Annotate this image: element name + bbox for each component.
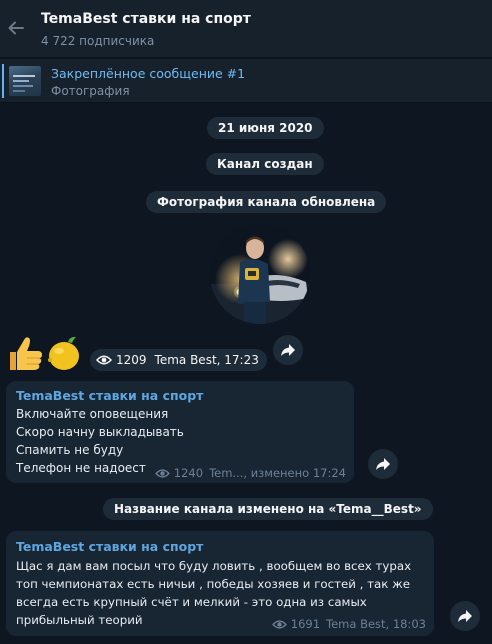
message-line: топ чемпионатах есть ничьи , победы хозя… (16, 577, 411, 591)
share-arrow-icon (458, 610, 472, 622)
subscriber-count: 4 722 подписчика (41, 34, 155, 48)
thumbs-up-emoji (4, 334, 46, 378)
service-channel-created: Канал создан (206, 153, 324, 175)
pinned-indicator (2, 64, 4, 98)
author-time: Tema Best, 18:03 (326, 617, 426, 631)
share-button[interactable] (450, 601, 480, 631)
eye-icon (271, 619, 287, 629)
message-meta: 1691 Tema Best, 18:03 (271, 617, 426, 631)
eye-icon (96, 355, 112, 365)
message-bubble[interactable]: TemaBest ставки на спорт Щас я дам вам п… (6, 531, 434, 636)
share-button[interactable] (273, 335, 303, 365)
view-count: 1691 (290, 617, 321, 631)
message-line: прибыльный теорий (16, 613, 143, 627)
pinned-title: Закреплённое сообщение #1 (51, 66, 246, 81)
view-count: 1240 (173, 466, 204, 480)
chat-header: TemaBest ставки на спорт 4 722 подписчик… (0, 0, 492, 58)
lemon-emoji (46, 334, 84, 378)
service-photo-updated: Фотография канала обновлена (146, 191, 387, 213)
message-meta: 1240 Tem..., изменено 17:24 (154, 466, 346, 480)
pinned-subtitle: Фотография (51, 84, 130, 98)
author-time: Tem..., изменено 17:24 (209, 466, 346, 480)
emoji-post-meta: 1209 Tema Best, 17:23 (90, 349, 267, 371)
arrow-left-icon[interactable] (6, 18, 26, 38)
share-button[interactable] (368, 449, 398, 479)
channel-photo[interactable] (210, 224, 310, 324)
service-channel-renamed: Название канала изменено на «Tema__Best» (103, 498, 433, 520)
message-line: Спамить не буду (16, 443, 124, 457)
eye-icon (154, 468, 170, 478)
date-separator: 21 июня 2020 (207, 117, 324, 139)
message-line: Телефон не надоест (16, 461, 146, 475)
share-arrow-icon (376, 458, 390, 470)
message-line: Щас я дам вам посыл что буду ловить , во… (16, 559, 412, 573)
pinned-message-bar[interactable]: Закреплённое сообщение #1 Фотография (0, 59, 492, 103)
message-line: Скоро начну выкладывать (16, 425, 184, 439)
share-arrow-icon (281, 344, 295, 356)
message-line: всегда есть крупный счёт и мелкий - это … (16, 595, 367, 609)
message-bubble[interactable]: TemaBest ставки на спорт Включайте опове… (6, 381, 354, 483)
author-time: Tema Best, 17:23 (154, 353, 259, 367)
pinned-thumbnail (9, 66, 41, 96)
channel-title[interactable]: TemaBest ставки на спорт (41, 11, 251, 27)
sender-name[interactable]: TemaBest ставки на спорт (16, 388, 203, 403)
message-line: Включайте оповещения (16, 407, 169, 421)
sender-name[interactable]: TemaBest ставки на спорт (16, 539, 203, 554)
view-count: 1209 (116, 353, 147, 367)
